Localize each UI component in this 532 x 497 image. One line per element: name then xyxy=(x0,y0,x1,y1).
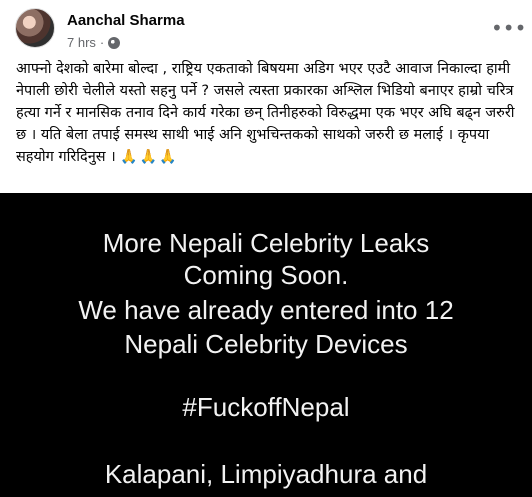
pray-emoji-icons: 🙏🙏🙏 xyxy=(120,149,179,165)
image-text-line: More Nepali Celebrity Leaks xyxy=(102,228,430,258)
author-name[interactable]: Aanchal Sharma xyxy=(67,12,185,29)
image-text-line: Coming Soon. xyxy=(183,260,349,290)
post-header: Aanchal Sharma 7 hrs · ••• xyxy=(15,8,526,52)
post-body-text: आफ्नो देशको बारेमा बोल्दा , राष्ट्रिय एक… xyxy=(16,61,515,165)
globe-icon[interactable] xyxy=(108,37,121,49)
image-text-line: Nepali Celebrity Devices xyxy=(124,329,408,359)
image-hashtag: #FuckoffNepal xyxy=(182,392,350,422)
post-text: आफ्नो देशको बारेमा बोल्दा , राष्ट्रिय एक… xyxy=(16,58,516,168)
post-image[interactable]: More Nepali Celebrity Leaks Coming Soon.… xyxy=(0,193,532,497)
meta-separator: · xyxy=(99,35,105,50)
profile-avatar[interactable] xyxy=(15,8,55,48)
post-meta: 7 hrs · xyxy=(67,35,121,50)
image-text-line: Kalapani, Limpiyadhura and xyxy=(104,459,428,489)
facebook-post: Aanchal Sharma 7 hrs · ••• आफ्नो देशको बा… xyxy=(0,0,532,497)
more-options-icon[interactable]: ••• xyxy=(491,18,526,38)
post-time[interactable]: 7 hrs xyxy=(67,35,96,50)
image-text-line: We have already entered into 12 xyxy=(78,295,454,325)
